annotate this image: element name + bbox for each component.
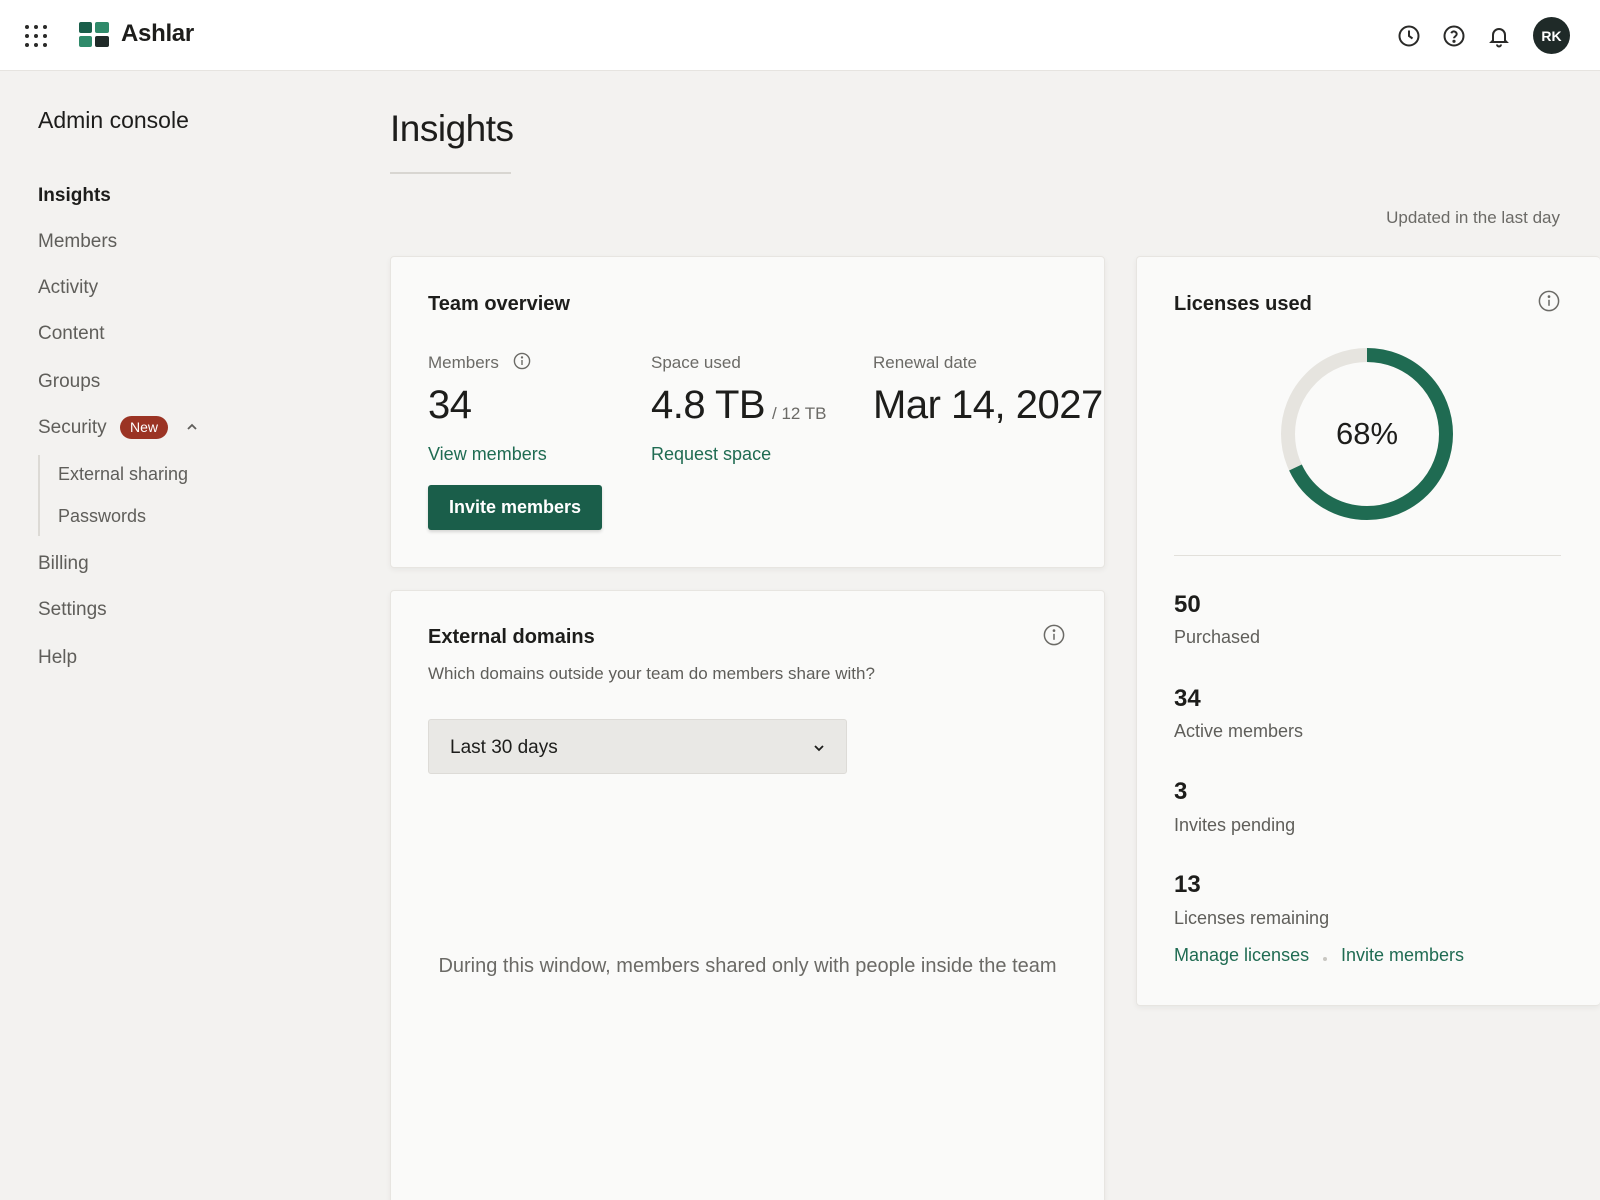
invites-pending-label: Invites pending: [1174, 815, 1296, 835]
date-range-value: Last 30 days: [450, 737, 558, 758]
brand-name: Ashlar: [121, 20, 194, 47]
licenses-title: Licenses used: [1174, 293, 1312, 315]
new-badge: New: [120, 416, 169, 439]
invite-members-button[interactable]: Invite members: [428, 485, 602, 530]
sidebar-subitem-passwords[interactable]: Passwords: [58, 506, 146, 527]
clock-icon[interactable]: [1397, 24, 1421, 48]
sidebar-item-activity[interactable]: Activity: [38, 277, 98, 299]
top-bar: Ashlar RK: [0, 0, 1600, 71]
apps-grid-icon[interactable]: [25, 25, 47, 47]
subnav-divider: [38, 455, 40, 536]
sidebar-item-insights[interactable]: Insights: [38, 185, 111, 207]
space-total: / 12 TB: [772, 404, 827, 423]
space-used-value: 4.8 TB: [651, 383, 766, 427]
sidebar-item-help[interactable]: Help: [38, 647, 77, 669]
date-range-select[interactable]: Last 30 days: [428, 719, 847, 774]
empty-state-message: During this window, members shared only …: [438, 955, 1057, 977]
sidebar-title: Admin console: [38, 107, 189, 133]
sidebar-item-members[interactable]: Members: [38, 231, 117, 253]
info-icon[interactable]: [1043, 624, 1065, 646]
user-avatar[interactable]: RK: [1533, 17, 1570, 54]
renewal-date-value: Mar 14, 2027: [873, 383, 1103, 427]
team-overview-title: Team overview: [428, 293, 570, 315]
members-label: Members: [428, 353, 499, 372]
sidebar-item-security[interactable]: Security: [38, 417, 107, 439]
ashlar-logo-icon[interactable]: [79, 22, 109, 47]
updated-status: Updated in the last day: [1386, 208, 1560, 227]
invites-pending-value: 3: [1174, 778, 1188, 805]
sidebar-subitem-external-sharing[interactable]: External sharing: [58, 464, 188, 485]
purchased-value: 50: [1174, 591, 1201, 618]
chevron-up-icon[interactable]: [185, 420, 199, 434]
manage-licenses-link[interactable]: Manage licenses: [1174, 945, 1309, 966]
request-space-link[interactable]: Request space: [651, 444, 771, 465]
active-members-value: 34: [1174, 685, 1201, 712]
sidebar-item-content[interactable]: Content: [38, 323, 105, 345]
page-title: Insights: [390, 108, 514, 149]
space-used-label: Space used: [651, 353, 741, 372]
chevron-down-icon: [814, 745, 824, 752]
info-icon[interactable]: [513, 352, 531, 370]
external-domains-title: External domains: [428, 626, 595, 648]
sidebar-item-groups[interactable]: Groups: [38, 371, 100, 393]
external-domains-subtitle: Which domains outside your team do membe…: [428, 664, 875, 683]
licenses-remaining-label: Licenses remaining: [1174, 908, 1330, 928]
licenses-remaining-value: 13: [1174, 871, 1201, 898]
licenses-divider: [1174, 555, 1561, 556]
sidebar-item-settings[interactable]: Settings: [38, 599, 107, 621]
renewal-date-label: Renewal date: [873, 353, 977, 372]
active-members-label: Active members: [1174, 721, 1304, 741]
members-value: 34: [428, 383, 472, 427]
bell-icon[interactable]: [1487, 24, 1511, 48]
sidebar-item-billing[interactable]: Billing: [38, 553, 89, 575]
link-separator: [1323, 957, 1327, 961]
help-icon[interactable]: [1442, 24, 1466, 48]
purchased-label: Purchased: [1174, 627, 1261, 647]
licenses-percent: 68%: [1335, 416, 1399, 451]
view-members-link[interactable]: View members: [428, 444, 547, 465]
info-icon[interactable]: [1538, 290, 1560, 312]
title-underline: [390, 172, 511, 174]
invite-members-link[interactable]: Invite members: [1341, 945, 1464, 966]
